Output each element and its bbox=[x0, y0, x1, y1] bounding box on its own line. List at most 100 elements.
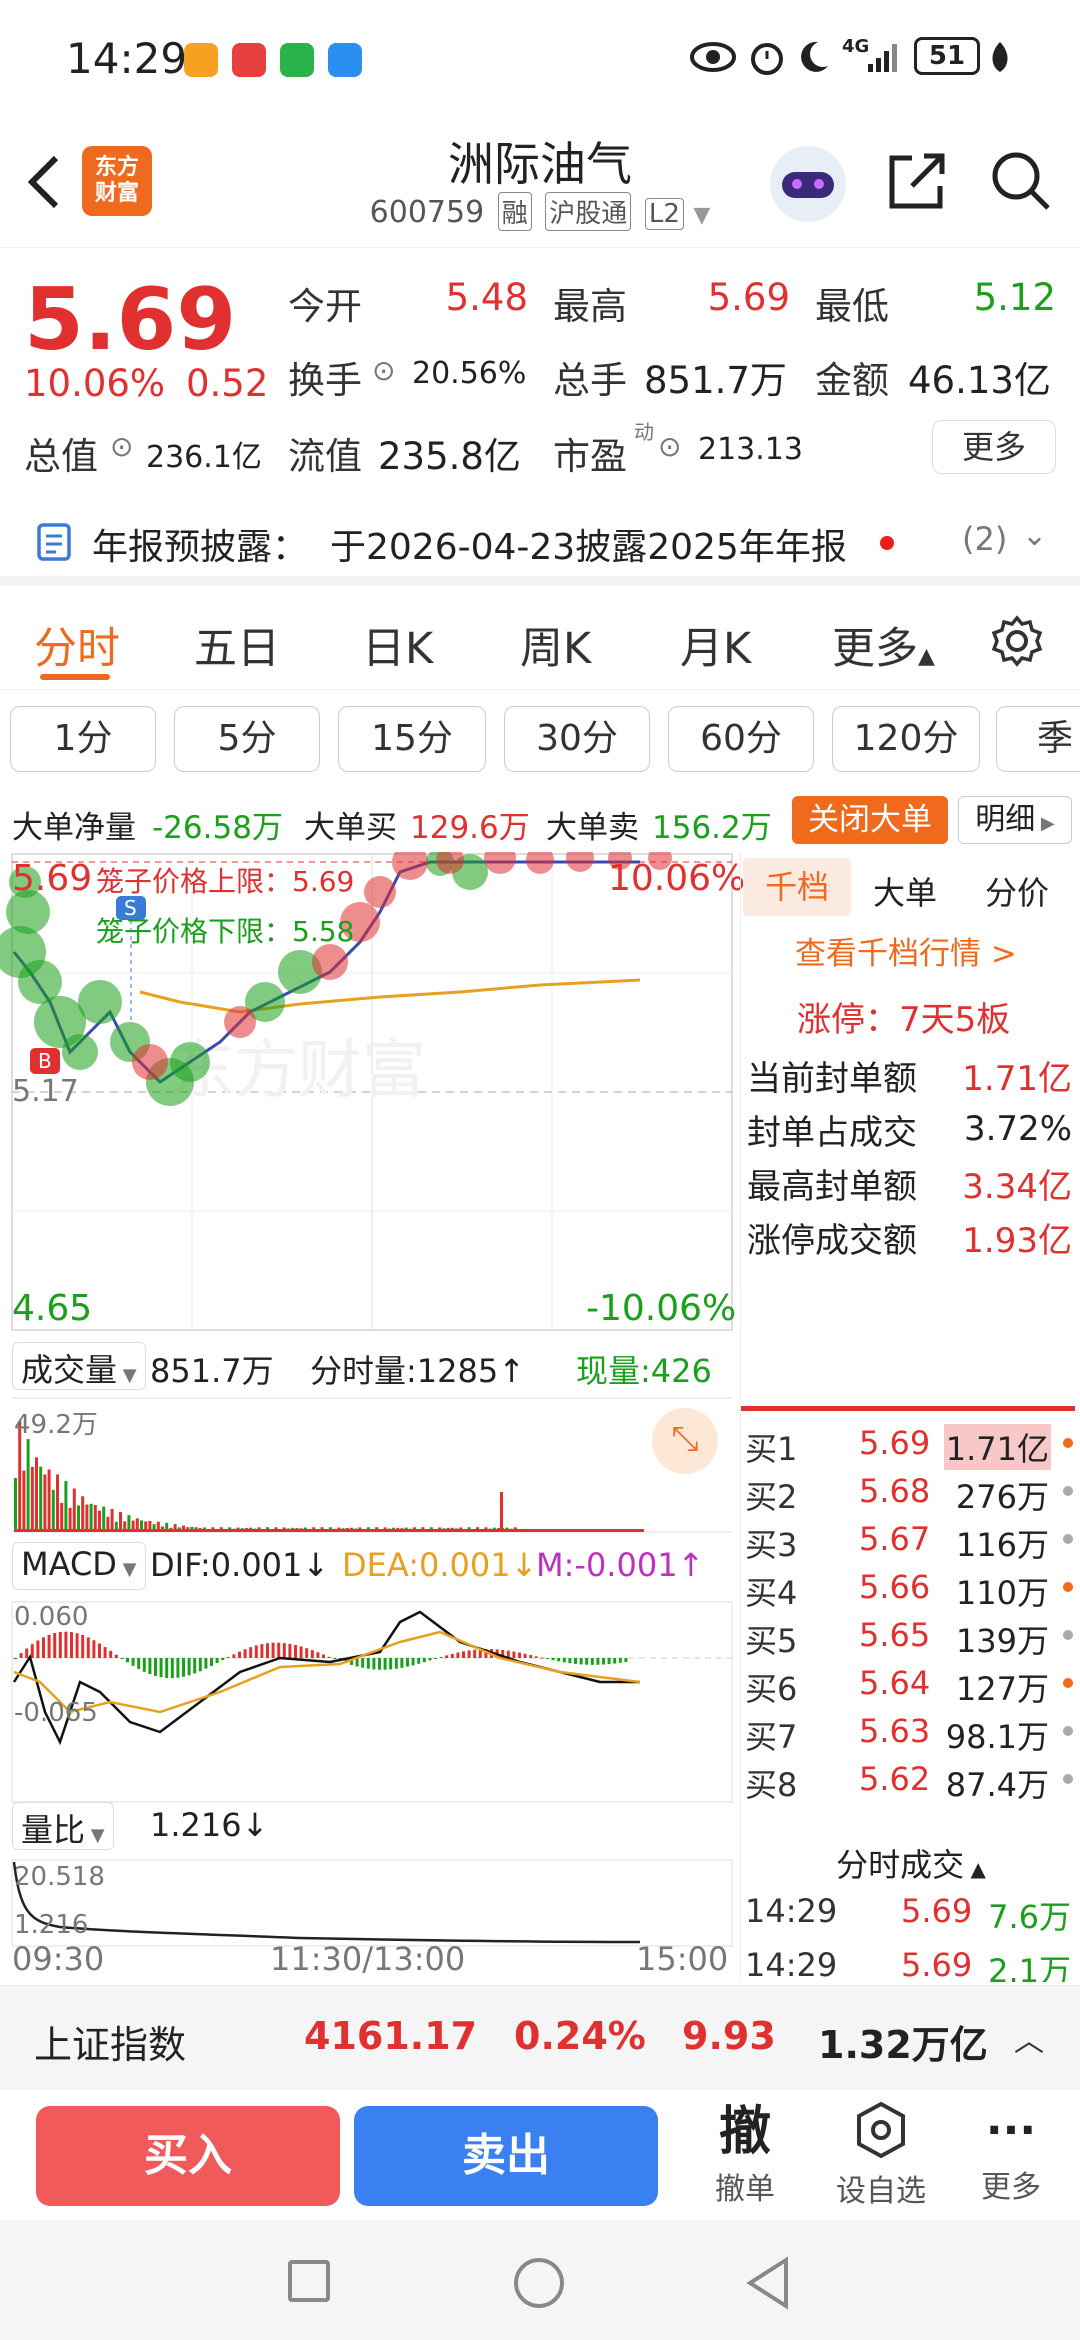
detail-button[interactable]: 明细 ▶ bbox=[958, 796, 1072, 844]
order-panel: 千档 大单 分价 查看千档行情 > 涨停：7天5板 当前封单额 1.71亿 封单占… bbox=[740, 852, 1080, 1982]
info-icon[interactable]: ⊙ bbox=[658, 430, 681, 463]
tab-five-day[interactable]: 五日 bbox=[194, 614, 280, 676]
macd-bar bbox=[540, 1657, 544, 1659]
period-60min[interactable]: 60分 bbox=[668, 706, 814, 772]
period-5min[interactable]: 5分 bbox=[174, 706, 320, 772]
weather-icon bbox=[328, 43, 362, 77]
trade-volume: 2.1万 bbox=[988, 1952, 1071, 1982]
tag-margin: 融 bbox=[497, 192, 532, 231]
bid-row[interactable]: 买95.61260万 bbox=[741, 1804, 1080, 1806]
tab-intraday[interactable]: 分时 bbox=[34, 614, 120, 676]
tab-more[interactable]: 更多▲ bbox=[832, 614, 935, 676]
watchlist-icon bbox=[857, 2101, 905, 2159]
add-watchlist-button[interactable]: 设自选 bbox=[826, 2100, 936, 2210]
macd-bar bbox=[439, 1656, 443, 1658]
share-icon[interactable] bbox=[886, 150, 948, 212]
view-thousand-level-link[interactable]: 查看千档行情 > bbox=[795, 928, 1017, 973]
macd-bar bbox=[473, 1649, 477, 1658]
more-quote-button[interactable]: 更多 bbox=[932, 420, 1056, 474]
macd-bar bbox=[254, 1645, 258, 1658]
volume-label: 总手 bbox=[553, 359, 627, 402]
bid-row[interactable]: 买2 5.68 276万 bbox=[741, 1468, 1080, 1516]
macd-bar bbox=[596, 1658, 600, 1665]
volume-total: 851.7万 bbox=[150, 1352, 274, 1390]
buy-button[interactable]: 买入 bbox=[36, 2106, 340, 2206]
bid-row[interactable]: 买7 5.63 98.1万 bbox=[741, 1708, 1080, 1756]
recent-apps-icon[interactable] bbox=[288, 2260, 330, 2302]
back-nav-icon[interactable] bbox=[744, 2256, 792, 2310]
tab-big-order[interactable]: 大单 bbox=[873, 868, 937, 914]
volume-bar bbox=[119, 1511, 122, 1532]
volume-ratio-value: 1.216↓ bbox=[150, 1806, 269, 1844]
expand-icon[interactable]: ⤡ bbox=[652, 1408, 718, 1474]
period-30min[interactable]: 30分 bbox=[504, 706, 650, 772]
macd-indicator-select[interactable]: MACD ▼ bbox=[12, 1542, 146, 1590]
cancel-order-button[interactable]: 撤 撤单 bbox=[700, 2100, 790, 2208]
bid-row[interactable]: 买6 5.64 127万 bbox=[741, 1660, 1080, 1708]
bid-price: 5.63 bbox=[859, 1712, 931, 1750]
period-15min[interactable]: 15分 bbox=[338, 706, 486, 772]
volume-ratio-bottom: 1.216 bbox=[14, 1910, 89, 1940]
bid-row[interactable]: 买4 5.66 110万 bbox=[741, 1564, 1080, 1612]
period-1min[interactable]: 1分 bbox=[10, 706, 156, 772]
low-label: 最低 bbox=[815, 285, 889, 328]
tab-daily-k[interactable]: 日K bbox=[362, 614, 433, 676]
volume-bar bbox=[30, 1466, 34, 1532]
macd-bar bbox=[434, 1658, 437, 1659]
macd-bar bbox=[624, 1658, 628, 1662]
limit-up-streak: 涨停：7天5板 bbox=[797, 1000, 1011, 1040]
tab-monthly-k[interactable]: 月K bbox=[680, 614, 751, 676]
trade-row: 14:29 5.69 7.6万 bbox=[741, 1892, 1080, 1942]
search-icon[interactable] bbox=[988, 148, 1054, 214]
volume-ratio-select[interactable]: 量比 ▼ bbox=[12, 1802, 114, 1850]
bid-level: 买8 bbox=[745, 1766, 798, 1804]
float-label: 流值 bbox=[288, 435, 362, 478]
macd-bar bbox=[187, 1658, 191, 1676]
bid-row[interactable]: 买8 5.62 87.4万 bbox=[741, 1756, 1080, 1804]
volume-bar bbox=[22, 1470, 26, 1532]
volume-ratio-top: 20.518 bbox=[14, 1862, 105, 1892]
info-icon[interactable]: ⊙ bbox=[372, 354, 395, 387]
volume-bar bbox=[60, 1502, 64, 1532]
home-icon[interactable] bbox=[514, 2258, 564, 2308]
trades-title[interactable]: 分时成交 ▲ bbox=[741, 1840, 1080, 1886]
bid-dot bbox=[1063, 1534, 1073, 1544]
macd-bar bbox=[249, 1647, 253, 1658]
bid-row[interactable]: 买1 5.69 1.71亿 bbox=[741, 1420, 1080, 1470]
bid-row[interactable]: 买5 5.65 139万 bbox=[741, 1612, 1080, 1660]
period-quarter[interactable]: 季 bbox=[996, 706, 1080, 772]
change-percent: 10.06% bbox=[24, 362, 166, 405]
assistant-avatar[interactable] bbox=[770, 146, 846, 222]
macd-bar bbox=[450, 1653, 454, 1658]
tab-weekly-k[interactable]: 周K bbox=[520, 614, 591, 676]
more-actions-button[interactable]: ··· 更多 bbox=[966, 2100, 1056, 2206]
macd-bar bbox=[137, 1658, 141, 1669]
macd-bar bbox=[103, 1647, 107, 1658]
macd-bar bbox=[310, 1650, 314, 1658]
macd-bar bbox=[243, 1649, 247, 1658]
gear-icon[interactable] bbox=[990, 614, 1044, 668]
last-price: 5.69 bbox=[24, 270, 237, 370]
volume-bar bbox=[81, 1496, 85, 1532]
stock-header: 东方 财富 洲际油气 600759 融 沪股通 L2 ▼ bbox=[0, 120, 1080, 248]
volume-bar bbox=[68, 1507, 72, 1532]
tab-price-dist[interactable]: 分价 bbox=[985, 868, 1049, 914]
info-icon[interactable]: ⊙ bbox=[110, 430, 133, 463]
tab-thousand-level[interactable]: 千档 bbox=[743, 858, 851, 916]
volume-baseline bbox=[14, 1529, 644, 1532]
svg-text:B: B bbox=[38, 1049, 52, 1073]
seal-row: 涨停成交额 1.93亿 bbox=[747, 1220, 1072, 1261]
chevron-up-icon[interactable]: ︿ bbox=[1014, 2016, 1044, 2060]
amount-value: 46.13亿 bbox=[908, 359, 1051, 402]
notice-bar[interactable]: 年报预披露： 于2026-04-23披露2025年年报 (2) ⌄ bbox=[0, 500, 1080, 586]
volume-indicator-select[interactable]: 成交量 ▼ bbox=[12, 1342, 146, 1390]
macd-bar bbox=[176, 1658, 180, 1678]
period-120min[interactable]: 120分 bbox=[832, 706, 980, 772]
sell-button[interactable]: 卖出 bbox=[354, 2106, 658, 2206]
index-bar[interactable]: 上证指数 4161.17 0.24% 9.93 1.32万亿 ︿ bbox=[0, 1985, 1080, 2090]
trade-volume: 7.6万 bbox=[988, 1898, 1071, 1936]
notice-label: 年报预披露： bbox=[92, 527, 309, 568]
macd-bar bbox=[182, 1658, 185, 1677]
bid-row[interactable]: 买3 5.67 116万 bbox=[741, 1516, 1080, 1564]
close-big-order-button[interactable]: 关闭大单 bbox=[792, 796, 948, 844]
